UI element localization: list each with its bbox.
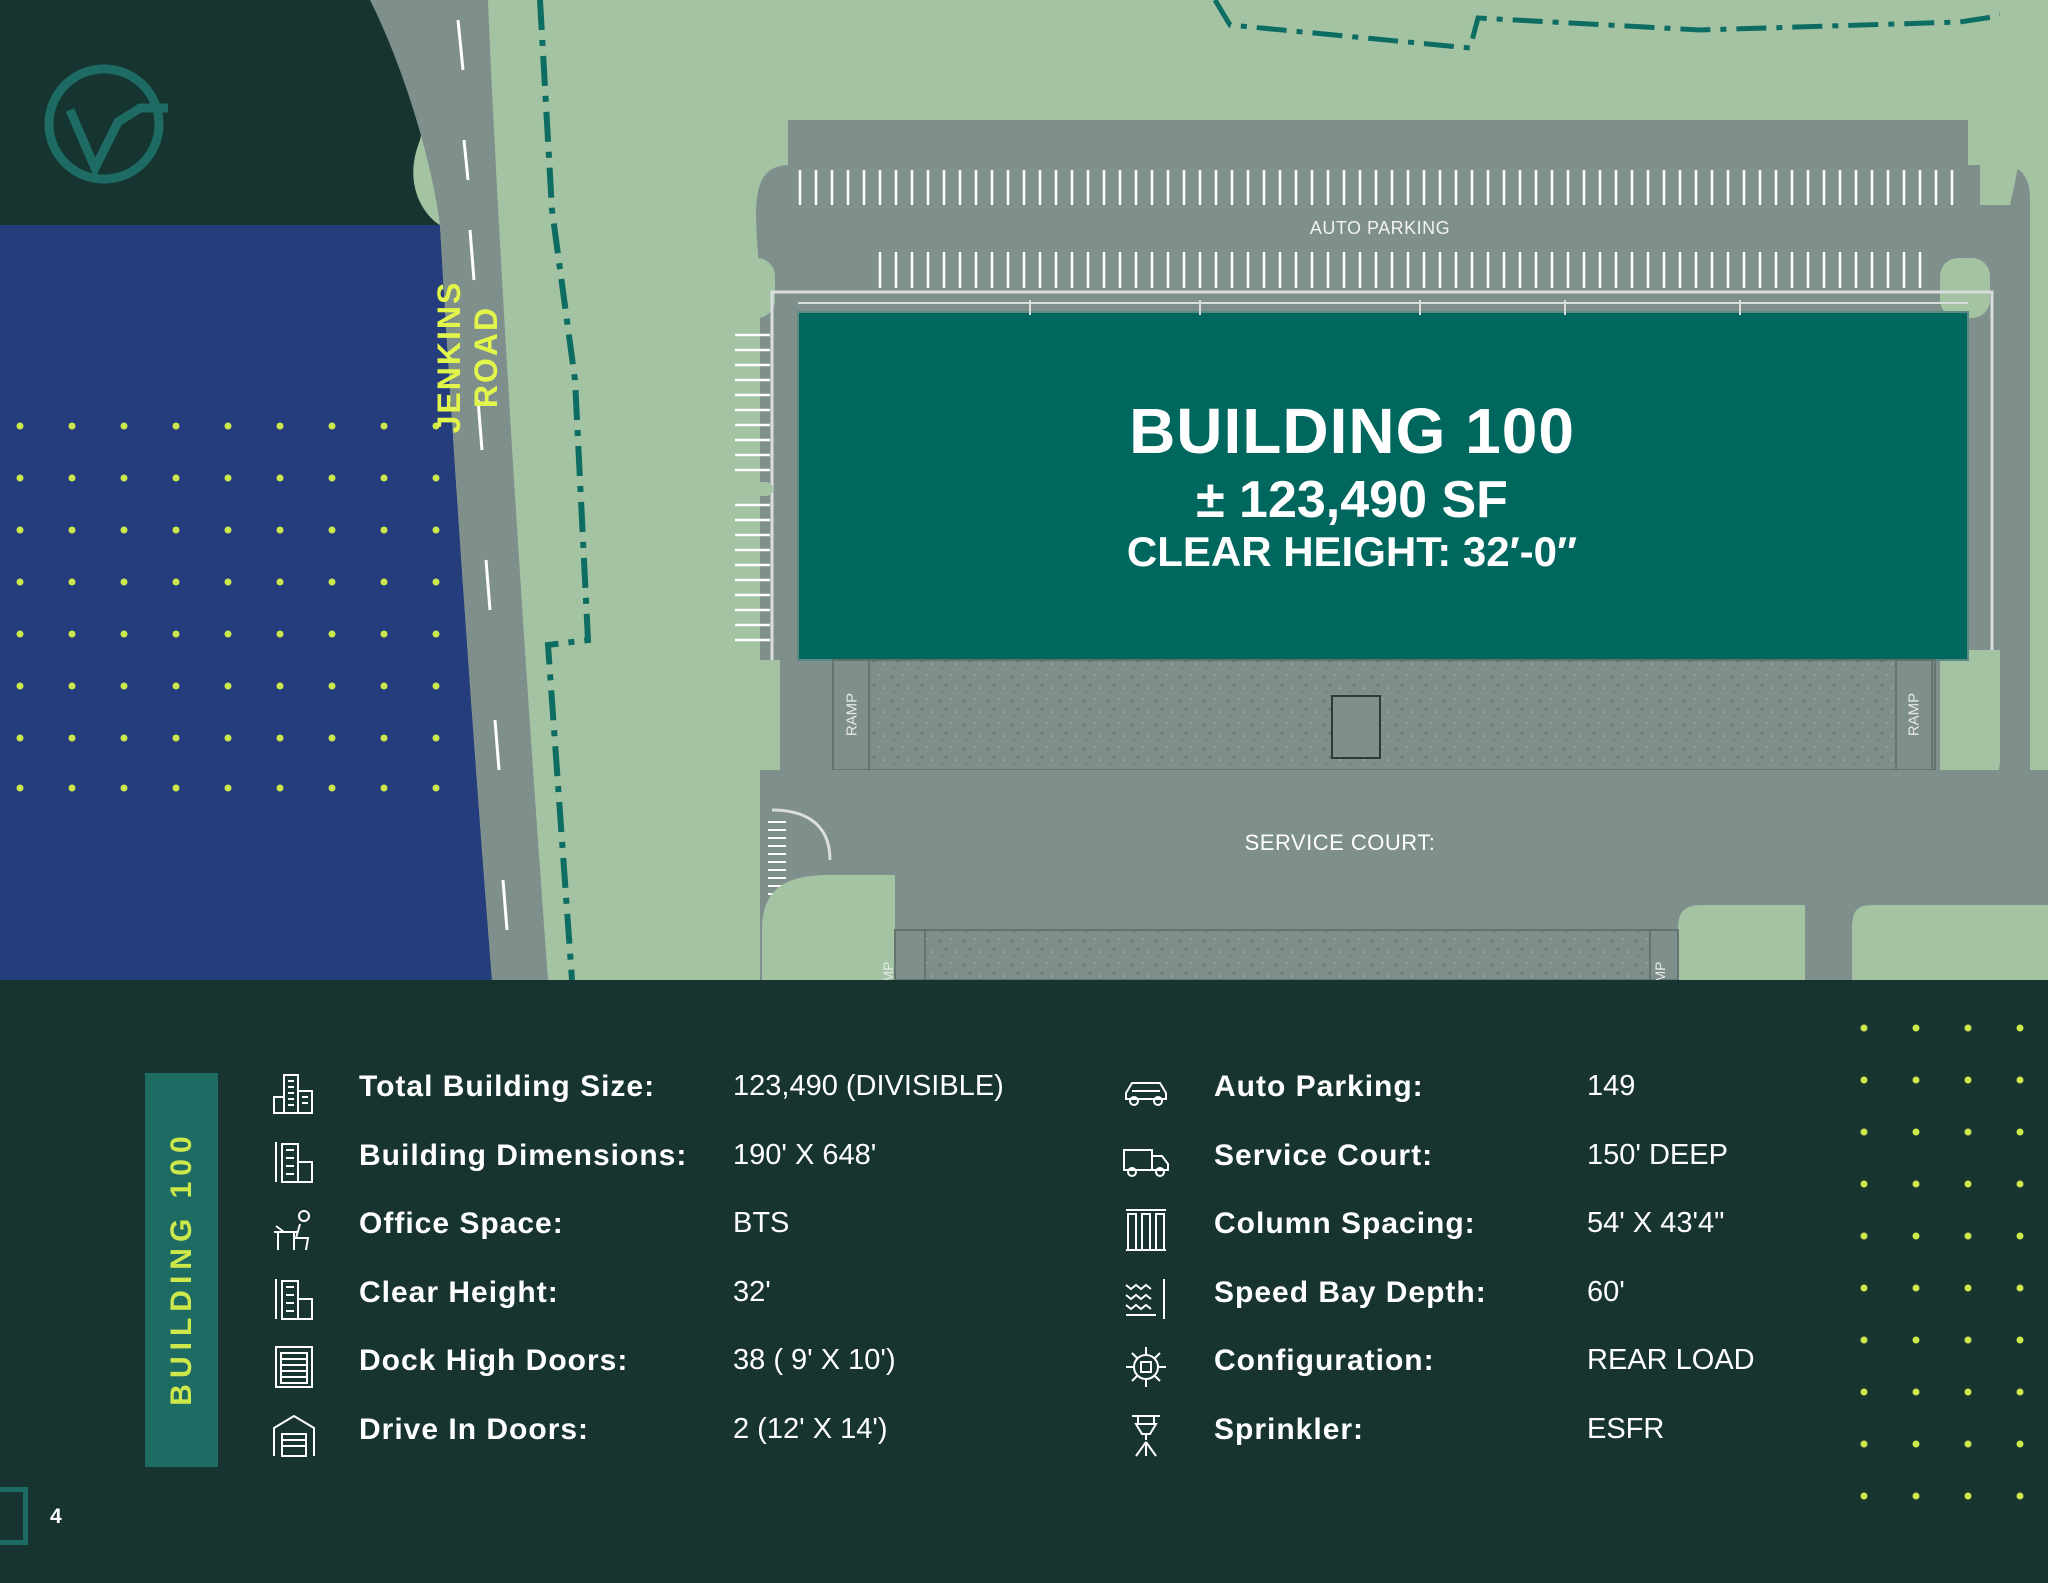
ramp-label-right: RAMP bbox=[1905, 692, 1923, 737]
office-desk-icon bbox=[274, 1210, 310, 1251]
spec-label-column-spacing: Column Spacing: bbox=[1214, 1207, 1476, 1240]
ramp-label-left: RAMP bbox=[843, 692, 861, 737]
spec-label-configuration: Configuration: bbox=[1214, 1344, 1435, 1377]
spec-value-drive-in-doors: 2 (12' X 14') bbox=[733, 1413, 888, 1445]
building-square-footage: ± 123,490 SF bbox=[1196, 471, 1508, 529]
dot-grid-panel bbox=[1860, 1024, 2024, 1500]
spec-label-drive-in-doors: Drive In Doors: bbox=[359, 1413, 590, 1446]
building-dimensions-icon bbox=[275, 1142, 313, 1183]
spec-label-dock-high-doors: Dock High Doors: bbox=[359, 1344, 629, 1377]
columns-icon bbox=[1126, 1209, 1166, 1251]
building-title: BUILDING 100 bbox=[1129, 395, 1575, 467]
spec-value-column-spacing: 54' X 43'4" bbox=[1587, 1207, 1725, 1239]
corner-frame bbox=[0, 1487, 28, 1545]
service-court-label: SERVICE COURT: bbox=[1244, 830, 1436, 855]
spec-value-speed-bay-depth: 60' bbox=[1587, 1276, 1625, 1308]
spec-value-sprinkler: ESFR bbox=[1587, 1413, 1665, 1445]
side-tab-label: BUILDING 100 bbox=[165, 1130, 198, 1406]
clear-height-icon bbox=[275, 1279, 313, 1320]
auto-parking-label: AUTO PARKING bbox=[1309, 218, 1451, 238]
spec-label-auto-parking: Auto Parking: bbox=[1214, 1070, 1424, 1103]
spec-label-office-space: Office Space: bbox=[359, 1207, 564, 1240]
sprinkler-icon bbox=[1132, 1415, 1160, 1457]
spec-label-service-court: Service Court: bbox=[1214, 1139, 1434, 1172]
road-label: JENKINS ROAD bbox=[431, 280, 504, 434]
building-size-icon bbox=[273, 1074, 313, 1114]
side-tab: BUILDING 100 bbox=[145, 1073, 218, 1467]
spec-label-sprinkler: Sprinkler: bbox=[1214, 1413, 1365, 1446]
gear-icon bbox=[1126, 1347, 1166, 1387]
dark-parcel bbox=[0, 0, 440, 225]
spec-value-service-court: 150' DEEP bbox=[1587, 1139, 1728, 1171]
spec-value-dock-high-doors: 38 ( 9' X 10') bbox=[733, 1344, 896, 1376]
spec-value-office-space: BTS bbox=[733, 1207, 790, 1239]
spec-value-total-building-size: 123,490 (DIVISIBLE) bbox=[733, 1070, 1004, 1102]
drive-in-door-icon bbox=[273, 1414, 315, 1457]
spec-label-total-building-size: Total Building Size: bbox=[359, 1070, 656, 1103]
spec-label-speed-bay-depth: Speed Bay Depth: bbox=[1214, 1276, 1487, 1309]
truck-icon bbox=[1123, 1149, 1169, 1177]
spec-value-clear-height: 32' bbox=[733, 1276, 771, 1308]
car-icon bbox=[1125, 1082, 1167, 1106]
spec-label-clear-height: Clear Height: bbox=[359, 1276, 559, 1309]
spec-label-building-dimensions: Building Dimensions: bbox=[359, 1139, 688, 1172]
building-clear-height: CLEAR HEIGHT: 32′-0″ bbox=[1126, 528, 1578, 575]
spec-value-configuration: REAR LOAD bbox=[1587, 1344, 1755, 1376]
page-number: 4 bbox=[50, 1505, 62, 1528]
dock-door-icon bbox=[275, 1346, 313, 1388]
blue-parcel bbox=[0, 225, 492, 980]
speed-bay-icon bbox=[1125, 1279, 1165, 1319]
spec-value-building-dimensions: 190' X 648' bbox=[733, 1139, 877, 1171]
spec-value-auto-parking: 149 bbox=[1587, 1070, 1636, 1102]
brochure-page: BUILDING 100 ± 123,490 SF CLEAR HEIGHT: … bbox=[0, 0, 2048, 1583]
truck-court bbox=[834, 659, 1936, 771]
